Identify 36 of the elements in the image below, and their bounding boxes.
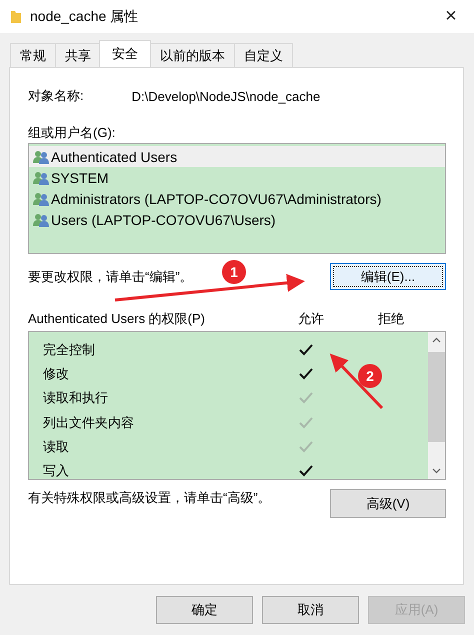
window-title: node_cache 属性	[30, 8, 140, 26]
scrollbar[interactable]	[428, 332, 445, 479]
cancel-button[interactable]: 取消	[262, 596, 359, 624]
user-list-item[interactable]: Authenticated Users	[29, 146, 445, 167]
users-icon	[33, 170, 49, 184]
edit-button[interactable]: 编辑(E)...	[330, 263, 446, 290]
ok-button[interactable]: 确定	[156, 596, 253, 624]
column-header: 允许	[298, 310, 325, 328]
user-list-item[interactable]: SYSTEM	[29, 167, 445, 188]
tab[interactable]: 常规	[10, 43, 56, 67]
user-list-item[interactable]: Users (LAPTOP-CO7OVU67\Users)	[29, 209, 445, 230]
users-icon	[33, 150, 49, 164]
permission-name: 读取和执行	[42, 389, 109, 408]
permission-name: 读取	[42, 438, 70, 456]
users-icon	[33, 212, 49, 226]
permission-name: 完全控制	[42, 341, 96, 360]
annotation-marker: 2	[358, 364, 382, 388]
advanced-hint: 有关特殊权限或高级设置，请单击“高级”。	[28, 489, 271, 507]
object-name-label: 对象名称:	[28, 87, 84, 105]
permission-name: 列出文件夹内容	[42, 414, 135, 432]
permission-name: 写入	[42, 462, 70, 480]
object-path: D:\Develop\NodeJS\node_cache	[132, 88, 320, 104]
folder-icon	[10, 10, 22, 24]
tab[interactable]: 自定义	[234, 43, 293, 67]
annotation-marker: 1	[222, 260, 246, 284]
groups-label: 组或用户名(G):	[28, 124, 116, 142]
users-icon	[33, 192, 49, 206]
tab[interactable]: 安全	[99, 40, 151, 67]
permission-name: 修改	[42, 365, 70, 384]
close-button[interactable]: ×	[428, 5, 474, 28]
edit-hint: 要更改权限，请单击“编辑”。	[28, 268, 193, 286]
advanced-button[interactable]: 高级(V)	[330, 489, 446, 518]
permissions-label: Authenticated Users 的权限(P)	[28, 310, 206, 328]
column-header: 拒绝	[378, 310, 404, 328]
user-list-item[interactable]: Administrators (LAPTOP-CO7OVU67\Administrators)	[29, 188, 445, 209]
annotation-arrow	[330, 354, 384, 410]
